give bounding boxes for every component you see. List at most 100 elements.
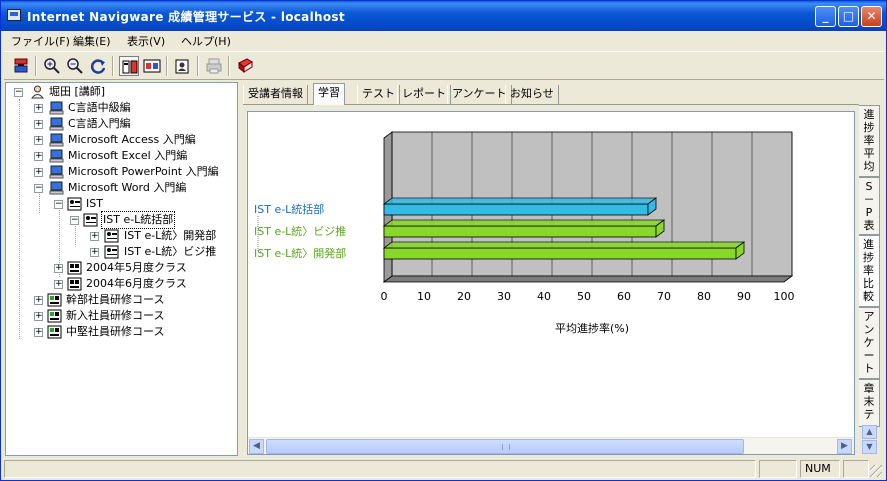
tick-label: 100	[774, 290, 795, 303]
side-tab-progress-comparison[interactable]: 進捗率比較	[859, 235, 880, 307]
expand-icon[interactable]: +	[34, 136, 43, 145]
category-label: IST e-L統括部	[254, 202, 324, 216]
tab-report[interactable]: レポート	[397, 85, 451, 104]
print-icon[interactable]	[204, 56, 224, 76]
training-icon	[47, 293, 62, 307]
course-icon	[49, 117, 64, 131]
expand-icon[interactable]: +	[34, 168, 43, 177]
tab-student-info[interactable]: 受講者情報	[243, 85, 308, 104]
zoom-out-icon[interactable]	[65, 56, 85, 76]
side-tab-label: S － P 表	[863, 180, 875, 232]
class-icon	[67, 277, 82, 291]
bar-top	[382, 197, 658, 205]
expand-icon[interactable]: +	[34, 328, 43, 337]
status-pane-empty	[759, 460, 797, 478]
side-tab-scroller[interactable]: ▲ ▼	[862, 425, 878, 455]
menu-edit[interactable]: 編集(E)	[73, 33, 111, 49]
status-num: NUM	[800, 460, 840, 478]
tree-node-label: IST e-L統〉ビジ推	[124, 245, 217, 258]
title-bar[interactable]: Internet Navigware 成績管理サービス - localhost …	[1, 1, 886, 31]
resize-grip[interactable]	[870, 465, 882, 477]
close-button[interactable]: ✕	[861, 6, 882, 27]
group-icon	[67, 197, 82, 211]
app-icon[interactable]	[7, 9, 21, 21]
book-icon[interactable]	[235, 56, 255, 76]
collapse-icon[interactable]: −	[70, 216, 79, 225]
tick-label: 30	[497, 290, 511, 303]
tab-learning[interactable]: 学習	[313, 83, 345, 105]
tick-label: 60	[617, 290, 631, 303]
tab-test[interactable]: テスト	[357, 85, 400, 104]
expand-icon[interactable]: +	[34, 312, 43, 321]
side-tab-label: 進捗率平均	[863, 108, 875, 173]
panel-splitter[interactable]	[238, 82, 243, 456]
collapse-icon[interactable]: −	[14, 88, 23, 97]
scroll-down-button[interactable]: ▼	[862, 440, 877, 454]
zoom-in-icon[interactable]	[42, 56, 62, 76]
expand-icon[interactable]: +	[90, 248, 99, 257]
expand-icon[interactable]: +	[90, 232, 99, 241]
expand-icon[interactable]: +	[34, 104, 43, 113]
expand-icon[interactable]: +	[54, 280, 63, 289]
side-tab-label: 進捗率比較	[863, 238, 874, 303]
tick-label: 40	[537, 290, 551, 303]
menu-help[interactable]: ヘルプ(H)	[181, 33, 231, 49]
side-tab-survey[interactable]: アンケート	[859, 307, 880, 379]
category-label: IST e-L統〉ビジ推	[254, 224, 346, 238]
view-mode-1-icon[interactable]	[119, 56, 139, 76]
tree-node-label: Microsoft Word 入門編	[68, 181, 187, 194]
expand-icon[interactable]: +	[34, 296, 43, 305]
minimize-button[interactable]: _	[815, 6, 836, 27]
collapse-icon[interactable]: −	[54, 200, 63, 209]
side-tab-label: 章末テ	[863, 382, 875, 421]
tick-label: 90	[737, 290, 751, 303]
tree-node-label: C言語中級編	[68, 101, 131, 114]
tab-bar: 受講者情報 学習 テスト レポート アンケート お知らせ	[243, 83, 859, 105]
toolbar	[4, 51, 884, 80]
group-icon	[104, 229, 119, 243]
maximize-button[interactable]: □	[838, 6, 859, 27]
tick-label: 0	[381, 290, 388, 303]
tab-notice[interactable]: お知らせ	[505, 85, 559, 104]
scroll-right-button[interactable]: ▶	[837, 439, 852, 454]
tree-node-label: Microsoft Access 入門編	[68, 133, 196, 146]
tree-node-label: IST e-L統〉開発部	[124, 229, 217, 242]
instructor-icon	[30, 85, 45, 99]
bar	[383, 203, 649, 216]
expand-icon[interactable]: +	[54, 264, 63, 273]
tree-node-label: 中堅社員研修コース	[66, 325, 165, 338]
collapse-icon[interactable]: −	[34, 184, 43, 193]
horizontal-scrollbar[interactable]: ◀ ▶	[248, 437, 854, 454]
tree-node-label: 2004年6月度クラス	[86, 277, 187, 290]
app-window: Internet Navigware 成績管理サービス - localhost …	[0, 0, 887, 481]
course-tree[interactable]: − 堀田 [講師] + C言語中級編 + C言語入門編 + Microsoft …	[5, 82, 238, 456]
category-label: IST e-L統〉開発部	[254, 246, 346, 260]
expand-icon[interactable]: +	[34, 152, 43, 161]
refresh-icon[interactable]	[88, 56, 108, 76]
scroll-left-button[interactable]: ◀	[249, 439, 264, 454]
group-icon	[83, 213, 98, 227]
side-tab-progress-average[interactable]: 進捗率平均	[859, 105, 880, 177]
menu-view[interactable]: 表示(V)	[127, 33, 165, 49]
profile-icon[interactable]	[173, 56, 193, 76]
side-tab-label: アンケート	[863, 310, 875, 375]
side-tab-chapter-test[interactable]: 章末テ	[859, 379, 880, 427]
course-icon	[49, 101, 64, 115]
course-icon	[49, 165, 64, 179]
tree-node-label: Microsoft PowerPoint 入門編	[68, 165, 219, 178]
tick-label: 50	[577, 290, 591, 303]
menu-file[interactable]: ファイル(F)	[11, 33, 70, 49]
tick-label: 20	[457, 290, 471, 303]
scroll-up-button[interactable]: ▲	[862, 425, 877, 439]
tree-node-label: 堀田 [講師]	[49, 85, 106, 98]
switch-server-icon[interactable]	[11, 56, 31, 76]
expand-icon[interactable]: +	[34, 120, 43, 129]
tab-survey[interactable]: アンケート	[447, 85, 512, 104]
view-mode-2-icon[interactable]	[142, 56, 162, 76]
x-axis-title: 平均進捗率(%)	[555, 321, 629, 335]
side-tab-sp-table[interactable]: S － P 表	[859, 177, 880, 235]
status-pane-extra	[843, 460, 869, 478]
side-tab-bar: 進捗率平均 S － P 表 進捗率比較 アンケート 章末テ	[859, 105, 881, 455]
scroll-thumb[interactable]	[266, 439, 744, 454]
class-icon	[67, 261, 82, 275]
